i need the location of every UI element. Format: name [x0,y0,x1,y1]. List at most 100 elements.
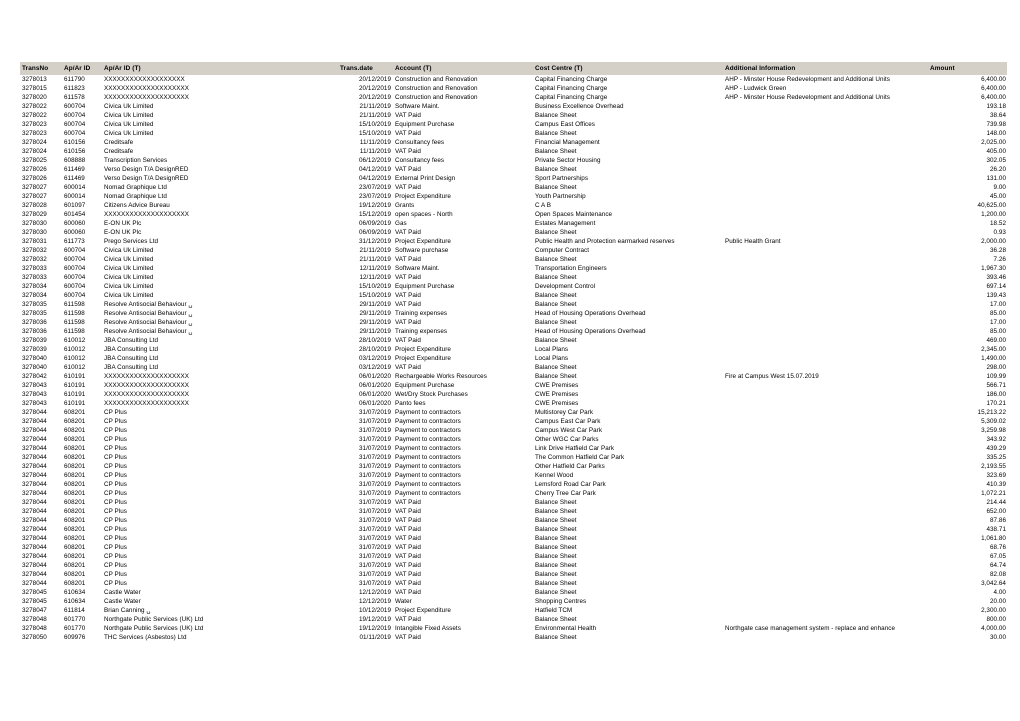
table-row[interactable]: 3278048 601770 Northgate Public Services (… [20,624,1007,633]
column-header-cost-centre[interactable]: Cost Centre (T) [535,62,725,75]
cell-additional-information [725,147,930,156]
cell-amount: 652.00 [986,508,1006,515]
cell-additional-information [725,561,930,570]
table-row[interactable]: 3278043 610191 XXXXXXXXXXXXXXXXXXXX 06/01/2… [20,381,1007,390]
table-row[interactable]: 3278044 608201 CP Plus 31/07/2019 Payment to… [20,480,1007,489]
table-row[interactable]: 3278048 601770 Northgate Public Services (… [20,615,1007,624]
table-row[interactable]: 3278043 610191 XXXXXXXXXXXXXXXXXXXX 06/01/2… [20,399,1007,408]
cell-account: Software Maint. [395,265,440,272]
column-header-amount[interactable]: Amount [930,62,1007,75]
column-header-trans-date[interactable]: Trans.date [336,62,395,75]
cell-transno: 3278040 [22,364,47,371]
table-row[interactable]: 3278035 611598 Resolve Antisocial Behaviou… [20,300,1007,309]
table-row[interactable]: 3278032 600704 Civica Uk Limited 21/11/2019… [20,246,1007,255]
table-row[interactable]: 3278026 611469 Verso Design T/A DesignRED 0… [20,165,1007,174]
table-row[interactable]: 3278044 608201 CP Plus 31/07/2019 Payment to… [20,462,1007,471]
table-row[interactable]: 3278044 608201 CP Plus 31/07/2019 VAT Paid Ba… [20,543,1007,552]
table-row[interactable]: 3278028 601097 Citizens Advice Bureau 19/12… [20,201,1007,210]
cell-account: Equipment Purchase [395,382,455,389]
table-row[interactable]: 3278040 610012 JBA Consulting Ltd 03/12/201… [20,354,1007,363]
cell-account: VAT Paid [395,148,421,155]
cell-apar-id-t: Verso Design T/A DesignRED [104,166,189,173]
table-row[interactable]: 3278044 608201 CP Plus 31/07/2019 VAT Paid Ba… [20,579,1007,588]
table-row[interactable]: 3278033 600704 Civica Uk Limited 12/11/2019… [20,273,1007,282]
cell-amount: 2,025.00 [981,139,1006,146]
table-row[interactable]: 3278044 608201 CP Plus 31/07/2019 Payment to… [20,435,1007,444]
cell-additional-information [725,183,930,192]
table-row[interactable]: 3278039 610012 JBA Consulting Ltd 28/10/201… [20,345,1007,354]
cell-apar-id-t: JBA Consulting Ltd [104,346,159,353]
table-row[interactable]: 3278044 608201 CP Plus 31/07/2019 VAT Paid Ba… [20,570,1007,579]
cell-apar-id: 608201 [64,562,86,569]
table-row[interactable]: 3278036 611598 Resolve Antisocial Behaviou… [20,327,1007,336]
column-header-additional-information[interactable]: Additional Information [725,62,930,75]
cell-apar-id: 611823 [64,85,85,92]
column-header-apar-id-t[interactable]: Ap/Ar ID (T) [104,62,336,75]
table-row[interactable]: 3278044 608201 CP Plus 31/07/2019 VAT Paid Ba… [20,525,1007,534]
table-row[interactable]: 3278044 608201 CP Plus 31/07/2019 VAT Paid Ba… [20,498,1007,507]
table-row[interactable]: 3278044 608201 CP Plus 31/07/2019 Payment to… [20,471,1007,480]
table-row[interactable]: 3278030 600060 E-ON UK Plc 06/09/2019 Gas Est… [20,219,1007,228]
table-row[interactable]: 3278033 600704 Civica Uk Limited 12/11/2019… [20,264,1007,273]
cell-cost-centre: Balance Sheet [535,148,577,155]
table-row[interactable]: 3278050 609976 THC Services (Asbestos) Ltd… [20,633,1007,642]
column-header-apar-id[interactable]: Ap/Ar ID [64,62,104,75]
table-row[interactable]: 3278013 611790 XXXXXXXXXXXXXXXXXXX 20/12/20… [20,75,1007,84]
table-row[interactable]: 3278034 600704 Civica Uk Limited 15/10/2019… [20,282,1007,291]
table-row[interactable]: 3278044 608201 CP Plus 31/07/2019 VAT Paid Ba… [20,534,1007,543]
table-row[interactable]: 3278025 608888 Transcription Services 06/12… [20,156,1007,165]
table-row[interactable]: 3278044 608201 CP Plus 31/07/2019 Payment to… [20,489,1007,498]
table-row[interactable]: 3278031 611773 Prego Services Ltd 31/12/201… [20,237,1007,246]
cell-account: VAT Paid [395,544,421,551]
table-row[interactable]: 3278045 610634 Castle Water 12/12/2019 VAT P… [20,588,1007,597]
cell-cost-centre: Balance Sheet [535,544,577,551]
cell-trans-date: 29/11/2019 [359,310,391,317]
table-row[interactable]: 3278026 611469 Verso Design T/A DesignRED 0… [20,174,1007,183]
table-row[interactable]: 3278035 611598 Resolve Antisocial Behaviou… [20,309,1007,318]
table-row[interactable]: 3278032 600704 Civica Uk Limited 21/11/2019… [20,255,1007,264]
column-header-transno[interactable]: TransNo [20,62,64,75]
cell-account: VAT Paid [395,580,421,587]
table-row[interactable]: 3278029 601454 XXXXXXXXXXXXXXXXXXXX 15/12/2… [20,210,1007,219]
cell-account: VAT Paid [395,535,421,542]
table-row[interactable]: 3278044 608201 CP Plus 31/07/2019 Payment to… [20,426,1007,435]
cell-trans-date: 12/12/2019 [358,598,391,605]
table-row[interactable]: 3278030 600060 E-ON UK Plc 06/09/2019 VAT Pa… [20,228,1007,237]
table-row[interactable]: 3278044 608201 CP Plus 31/07/2019 VAT Paid Ba… [20,516,1007,525]
table-row[interactable]: 3278044 608201 CP Plus 31/07/2019 VAT Paid Ba… [20,552,1007,561]
table-row[interactable]: 3278023 600704 Civica Uk Limited 15/10/2019… [20,129,1007,138]
table-row[interactable]: 3278022 600704 Civica Uk Limited 21/11/2019… [20,102,1007,111]
table-row[interactable]: 3278047 611814 Brian Canning ␣ 10/12/2019 Pr… [20,606,1007,615]
table-row[interactable]: 3278044 608201 CP Plus 31/07/2019 VAT Paid Ba… [20,507,1007,516]
column-header-account[interactable]: Account (T) [395,62,535,75]
table-row[interactable]: 3278042 610191 XXXXXXXXXXXXXXXXXXXX 06/01/2… [20,372,1007,381]
cell-additional-information [725,363,930,372]
table-row[interactable]: 3278027 600014 Nomad Graphique Ltd 23/07/20… [20,192,1007,201]
cell-apar-id-t: CP Plus [104,553,127,560]
table-row[interactable]: 3278020 611578 XXXXXXXXXXXXXXXXXXXX 20/12/2… [20,93,1007,102]
table-row[interactable]: 3278044 608201 CP Plus 31/07/2019 Payment to… [20,408,1007,417]
table-row[interactable]: 3278045 610634 Castle Water 12/12/2019 Water… [20,597,1007,606]
table-row[interactable]: 3278043 610191 XXXXXXXXXXXXXXXXXXXX 06/01/2… [20,390,1007,399]
cell-apar-id: 608201 [64,463,86,470]
table-row[interactable]: 3278044 608201 CP Plus 31/07/2019 Payment to… [20,417,1007,426]
cell-transno: 3278039 [22,346,47,353]
table-row[interactable]: 3278024 610156 Creditsafe 11/11/2019 Consult… [20,138,1007,147]
table-row[interactable]: 3278039 610012 JBA Consulting Ltd 28/10/201… [20,336,1007,345]
cell-transno: 3278035 [22,310,47,317]
table-row[interactable]: 3278022 600704 Civica Uk Limited 21/11/2019… [20,111,1007,120]
cell-transno: 3278033 [22,265,47,272]
table-row[interactable]: 3278034 600704 Civica Uk Limited 15/10/2019… [20,291,1007,300]
cell-trans-date: 31/07/2019 [358,526,391,533]
table-row[interactable]: 3278023 600704 Civica Uk Limited 15/10/2019… [20,120,1007,129]
table-row[interactable]: 3278024 610156 Creditsafe 11/11/2019 VAT Pai… [20,147,1007,156]
cell-apar-id: 600704 [64,112,86,119]
table-row[interactable]: 3278027 600014 Nomad Graphique Ltd 23/07/20… [20,183,1007,192]
table-row[interactable]: 3278015 611823 XXXXXXXXXXXXXXXXXXXX 20/12/2… [20,84,1007,93]
table-row[interactable]: 3278044 608201 CP Plus 31/07/2019 Payment to… [20,444,1007,453]
table-row[interactable]: 3278044 608201 CP Plus 31/07/2019 Payment to… [20,453,1007,462]
table-row[interactable]: 3278036 611598 Resolve Antisocial Behaviou… [20,318,1007,327]
table-row[interactable]: 3278044 608201 CP Plus 31/07/2019 VAT Paid Ba… [20,561,1007,570]
table-row[interactable]: 3278040 610012 JBA Consulting Ltd 03/12/201… [20,363,1007,372]
cell-transno: 3278042 [22,373,47,380]
